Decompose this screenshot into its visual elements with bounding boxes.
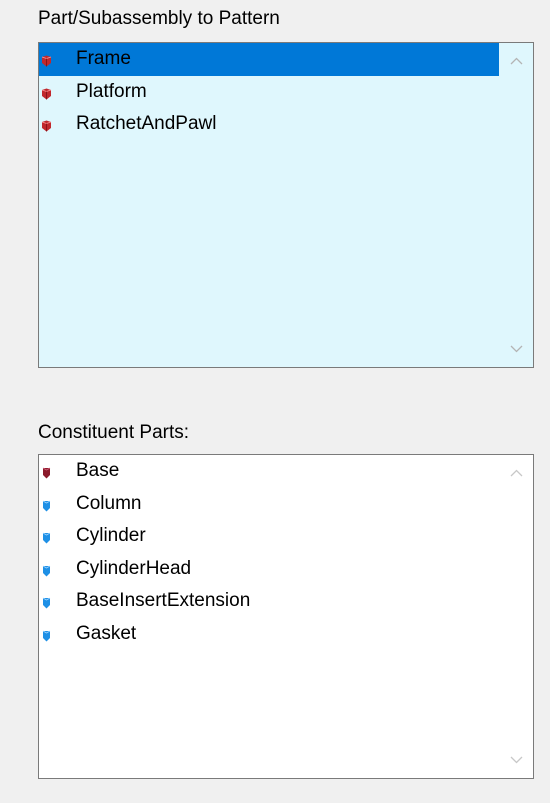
- constituent-item-cylinderhead[interactable]: CylinderHead: [39, 553, 499, 586]
- pattern-scrollbar[interactable]: [499, 43, 533, 367]
- constituent-item-label: CylinderHead: [76, 557, 192, 579]
- pattern-item-label: Platform: [76, 80, 147, 102]
- constituent-item-baseinsertextension[interactable]: BaseInsertExtension: [39, 585, 499, 618]
- pattern-item-ratchetandpawl[interactable]: RatchetAndPawl: [39, 108, 499, 141]
- pattern-list-items: Frame Platform RatchetAndPawl: [39, 43, 499, 367]
- part-blue-icon: [41, 556, 52, 576]
- subassembly-red-icon: [41, 46, 52, 67]
- subassembly-red-icon: [41, 79, 52, 99]
- constituent-item-column[interactable]: Column: [39, 488, 499, 521]
- scroll-up-icon[interactable]: [499, 47, 533, 75]
- part-blue-icon: [41, 588, 52, 609]
- constituent-item-label: Column: [76, 492, 142, 514]
- pattern-item-label: RatchetAndPawl: [76, 113, 217, 134]
- pattern-item-frame[interactable]: Frame: [39, 43, 499, 76]
- constituent-label: Constituent Parts:: [38, 422, 190, 443]
- pattern-listbox[interactable]: Frame Platform RatchetAndPawl: [38, 42, 534, 368]
- scroll-down-icon[interactable]: [499, 335, 533, 363]
- part-blue-icon: [41, 523, 52, 544]
- constituent-item-label: BaseInsertExtension: [76, 590, 251, 611]
- pattern-label: Part/Subassembly to Pattern: [38, 8, 280, 29]
- scroll-down-icon[interactable]: [499, 746, 533, 774]
- constituent-item-label: Cylinder: [76, 525, 146, 546]
- constituent-item-label: Base: [76, 460, 120, 481]
- constituent-listbox[interactable]: Base Column Cylinder CylinderHead BaseInsert…: [38, 454, 534, 779]
- pattern-item-platform[interactable]: Platform: [39, 76, 499, 109]
- constituent-item-cylinder[interactable]: Cylinder: [39, 520, 499, 553]
- constituent-item-label: Gasket: [76, 622, 137, 644]
- scroll-up-icon[interactable]: [499, 459, 533, 487]
- constituent-item-base[interactable]: Base: [39, 455, 499, 488]
- constituent-list-items: Base Column Cylinder CylinderHead BaseInsert…: [39, 455, 499, 778]
- part-dark-red-icon: [41, 458, 52, 479]
- subassembly-red-icon: [41, 111, 52, 132]
- pattern-item-label: Frame: [76, 48, 131, 69]
- constituent-item-gasket[interactable]: Gasket: [39, 618, 499, 651]
- part-blue-icon: [41, 621, 52, 641]
- part-blue-icon: [41, 491, 52, 511]
- constituent-scrollbar[interactable]: [499, 455, 533, 778]
